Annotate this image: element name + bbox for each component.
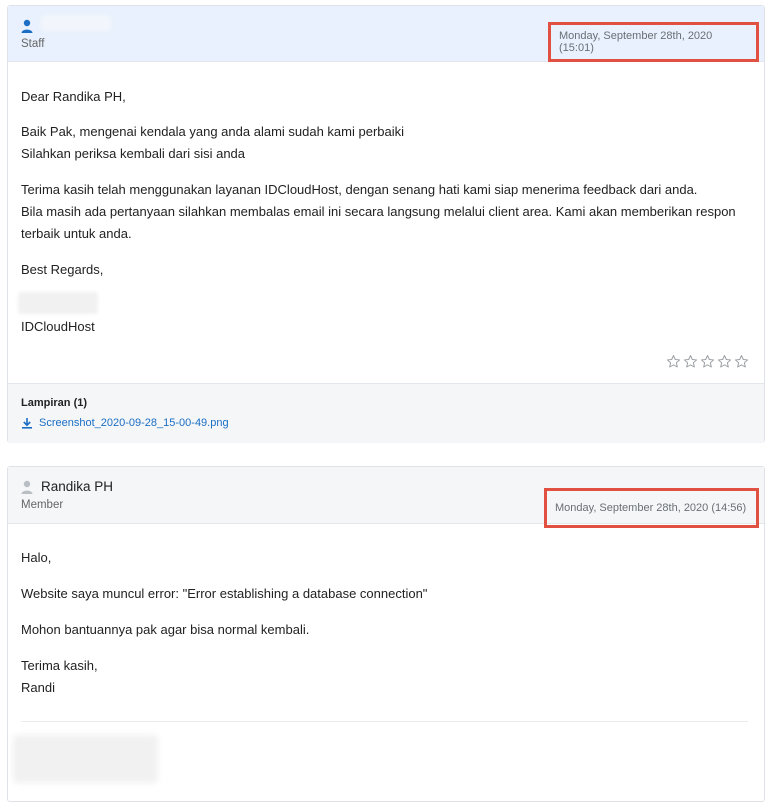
attachment-filename: Screenshot_2020-09-28_15-00-49.png: [39, 417, 229, 429]
redacted-content: [13, 735, 158, 783]
ticket-reply-member: Randika PH Member Monday, September 28th…: [7, 466, 765, 802]
star-outline-icon[interactable]: [717, 354, 732, 369]
download-icon: [22, 418, 32, 429]
reply-date-text: Monday, September 28th, 2020 (15:01): [559, 30, 713, 54]
message-paragraph: Website saya muncul error: "Error establ…: [21, 586, 428, 601]
attachments-title: Lampiran (1): [21, 397, 88, 409]
message-signature: Randi: [21, 680, 55, 695]
ticket-reply-staff: Staff Monday, September 28th, 2020 (15:0…: [7, 5, 765, 443]
message-paragraph: Bila masih ada pertanyaan silahkan memba…: [21, 204, 736, 219]
reply-date: Monday, September 28th, 2020 (15:01): [548, 22, 759, 62]
star-outline-icon[interactable]: [666, 354, 681, 369]
reply-rating: [666, 354, 749, 369]
star-outline-icon[interactable]: [734, 354, 749, 369]
reply-header: Randika PH Member Monday, September 28th…: [8, 467, 764, 528]
star-outline-icon[interactable]: [700, 354, 715, 369]
signature-company: IDCloudHost: [21, 319, 95, 334]
message-paragraph: Baik Pak, mengenai kendala yang anda ala…: [21, 124, 405, 139]
author-role: Member: [21, 499, 64, 511]
message-paragraph: Terima kasih telah menggunakan layanan I…: [21, 182, 698, 197]
message-greeting: Dear Randika PH,: [21, 89, 126, 104]
message-paragraph: Mohon bantuannya pak agar bisa normal ke…: [21, 622, 310, 637]
attachments-section: Lampiran (1) Screenshot_2020-09-28_15-00…: [8, 383, 764, 443]
message-closing: Best Regards,: [21, 262, 104, 277]
reply-date-text: Monday, September 28th, 2020 (14:56): [555, 502, 747, 514]
message-paragraph: Silahkan periksa kembali dari sisi anda: [21, 146, 246, 161]
reply-date: Monday, September 28th, 2020 (14:56): [544, 488, 759, 528]
message-paragraph: terbaik untuk anda.: [21, 226, 132, 241]
attachment-link[interactable]: Screenshot_2020-09-28_15-00-49.png: [21, 417, 229, 429]
star-outline-icon[interactable]: [683, 354, 698, 369]
user-icon: [21, 19, 33, 33]
reply-header: Staff Monday, September 28th, 2020 (15:0…: [8, 6, 764, 62]
message-greeting: Halo,: [21, 550, 52, 565]
divider: [21, 721, 748, 722]
author-name: Randika PH: [41, 479, 114, 494]
signature-name-redacted: [18, 292, 98, 314]
author-role: Staff: [21, 38, 45, 50]
author-name-redacted: [41, 15, 111, 31]
user-icon: [21, 480, 33, 494]
message-closing: Terima kasih,: [21, 658, 98, 673]
